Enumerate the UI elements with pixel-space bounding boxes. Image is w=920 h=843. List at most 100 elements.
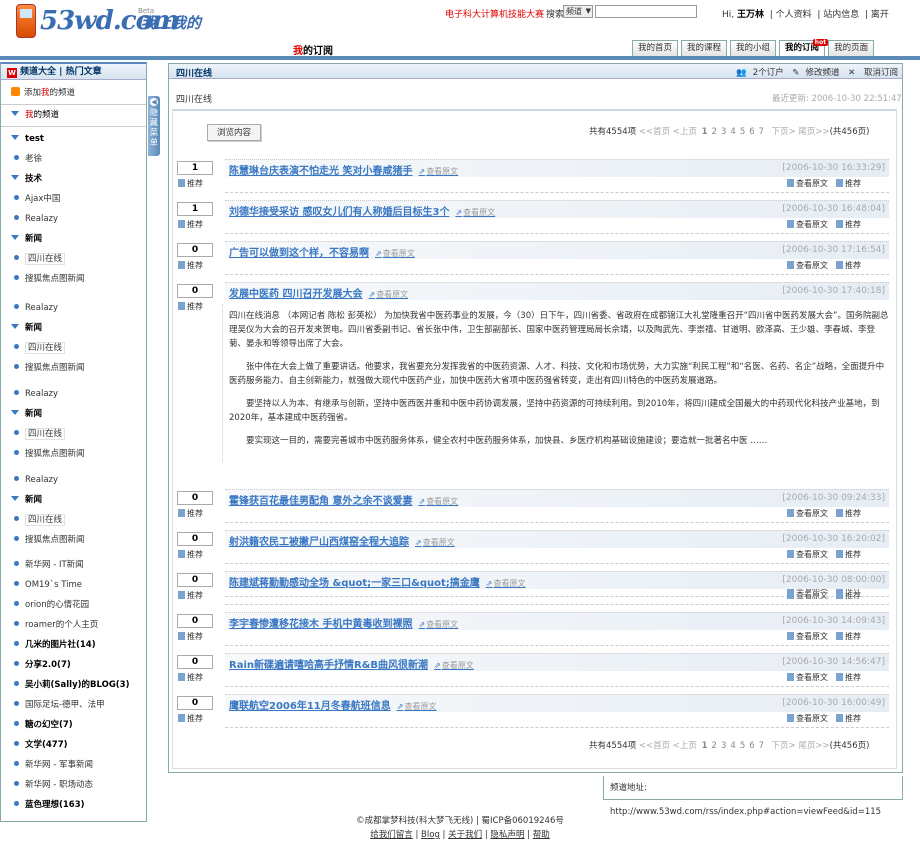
search-input[interactable] [595,5,697,18]
view-original-button[interactable]: 查看原文 [787,179,828,188]
sidebar-channel[interactable]: 搜狐焦点图新闻 [1,360,146,376]
recommend-action-button[interactable]: 推荐 [836,673,861,682]
sidebar-channel[interactable]: 几米的图片社(14) [1,637,146,653]
pager-page[interactable]: 1 [702,127,708,137]
article-title-link[interactable]: 鹰联航空2006年11月冬春航班信息查看原文 [229,697,436,712]
pager-prev[interactable]: <上页 [673,741,697,751]
search-type-select[interactable]: 频道 ▼ [563,5,593,18]
article-title-link[interactable]: 李宇春惨遭移花接木 手机中黄毒收到裸照查看原文 [229,615,458,630]
sidebar-category[interactable]: 技术 [1,171,146,187]
footer-link-blog[interactable]: Blog [421,830,440,840]
sidebar-category[interactable]: 新闻 [1,406,146,422]
recommend-button[interactable]: 推荐 [178,631,203,642]
sidebar-channel[interactable]: 新华网 - 军事新闻 [1,757,146,773]
tab-pages[interactable]: 我的页面 [828,40,875,56]
sidebar-channel[interactable]: 新华网 - IT新闻 [1,557,146,573]
footer-link-help[interactable]: 帮助 [533,830,550,840]
sidebar-channel[interactable]: roamer的个人主页 [1,617,146,633]
pager-last[interactable]: 尾页>> [798,127,829,137]
footer-link-privacy[interactable]: 隐私声明 [490,830,524,840]
sidebar-category[interactable]: test [1,131,146,147]
view-original-link[interactable]: 查看原文 [375,249,415,258]
browse-content-button[interactable]: 浏览内容 [207,124,261,141]
view-original-button[interactable]: 查看原文 [787,509,828,518]
view-original-link[interactable]: 查看原文 [455,208,495,217]
sidebar-channel[interactable]: 四川在线 [1,426,146,442]
view-original-link[interactable]: 查看原文 [418,497,458,506]
sidebar-channel[interactable]: 国际足坛-德甲、法甲 [1,697,146,713]
pager-page[interactable]: 3 [721,741,726,751]
footer-link-feedback[interactable]: 给我们留言 [370,830,413,840]
sidebar-channel[interactable]: 四川在线 [1,512,146,528]
article-title-link[interactable]: Rain新碟遍请嘻哈高手抒情R&B曲风很新潮查看原文 [229,656,474,671]
pager-next[interactable]: 下页> [771,741,795,751]
sidebar-category[interactable]: 新闻 [1,231,146,247]
recommend-action-button[interactable]: 推荐 [836,220,861,229]
sidebar-category[interactable]: 新闻 [1,320,146,336]
recommend-button[interactable]: 推荐 [178,301,203,312]
recommend-action-button[interactable]: 推荐 [836,714,861,723]
recommend-button[interactable]: 推荐 [178,178,203,189]
sidebar-channel[interactable]: 搜狐焦点图新闻 [1,446,146,462]
view-original-link[interactable]: 查看原文 [397,702,437,711]
sidebar-category[interactable]: 新闻 [1,492,146,508]
recommend-button[interactable]: 推荐 [178,713,203,724]
sidebar-channel[interactable]: Realazy [1,386,146,402]
view-original-button[interactable]: 查看原文 [787,261,828,270]
add-channel-link[interactable]: 添加我的频道 [11,85,156,101]
logout-link[interactable]: 离开 [871,10,889,20]
view-original-link[interactable]: 查看原文 [434,661,474,670]
pager-first[interactable]: <<首页 [639,127,670,137]
view-original-button[interactable]: 查看原文 [787,714,828,723]
subscribers-link[interactable]: 👥 2个订户 [736,68,784,78]
pager-prev[interactable]: <上页 [673,127,697,137]
site-logo[interactable]: 53wd.com Beta 我上我的 [14,4,214,38]
sidebar-channel[interactable]: 搜狐焦点图新闻 [1,532,146,548]
sidebar-channel[interactable]: 搜狐焦点图新闻 [1,271,146,287]
view-original-link[interactable]: 查看原文 [368,290,408,299]
sidebar-channel[interactable]: 分享2.0(7) [1,657,146,673]
hide-menu-toggle[interactable]: ◀ 隐藏菜单 [148,96,160,156]
pager-page[interactable]: 6 [749,127,754,137]
recommend-button[interactable]: 推荐 [178,508,203,519]
pager-last[interactable]: 尾页>> [798,741,829,751]
sidebar-channel[interactable]: Ajax中国 [1,191,146,207]
article-title-link[interactable]: 广告可以做到这个样，不容易啊查看原文 [229,244,415,259]
recommend-action-button[interactable]: 推荐 [836,261,861,270]
pager-page[interactable]: 5 [740,127,745,137]
pager-page[interactable]: 5 [740,741,745,751]
pager-page[interactable]: 3 [721,127,726,137]
view-original-button[interactable]: 查看原文 [787,673,828,682]
pager-page[interactable]: 6 [749,741,754,751]
tab-home[interactable]: 我的首页 [632,40,679,56]
sidebar-channel[interactable]: Realazy [1,211,146,227]
sidebar-channel[interactable]: 文学(477) [1,737,146,753]
pager-next[interactable]: 下页> [771,127,795,137]
hot-articles-link[interactable]: 热门文章 [66,67,102,77]
tab-courses[interactable]: 我的课程 [681,40,728,56]
view-original-button[interactable]: 查看原文 [787,632,828,641]
pager-page[interactable]: 4 [730,741,735,751]
sidebar-channel[interactable]: 蓝色理想(163) [1,797,146,813]
sidebar-channel[interactable]: Realazy [1,300,146,316]
pager-page[interactable]: 1 [702,741,708,751]
article-title-link[interactable]: 陈慧琳台庆表演不怕走光 笑对小春咸猪手查看原文 [229,162,458,177]
view-original-link[interactable]: 查看原文 [418,167,458,176]
recommend-button[interactable]: 推荐 [178,672,203,683]
tab-subscriptions[interactable]: 我的订阅 hot [779,39,829,56]
recommend-action-button[interactable]: 推荐 [836,179,861,188]
article-title-link[interactable]: 霍锋获百花最佳男配角 意外之余不谈爱妻查看原文 [229,492,458,507]
all-channels-link[interactable]: 频道大全 [20,67,56,77]
edit-channel-link[interactable]: ✎ 修改频道 [792,68,839,78]
recommend-action-button[interactable]: 推荐 [836,509,861,518]
footer-link-about[interactable]: 关于我们 [448,830,482,840]
tab-groups[interactable]: 我的小组 [730,40,777,56]
pager-first[interactable]: <<首页 [639,741,670,751]
pager-page[interactable]: 7 [759,127,764,137]
view-original-button[interactable]: 查看原文 [787,220,828,229]
sidebar-channel[interactable]: 糖の幻空(7) [1,717,146,733]
recommend-button[interactable]: 推荐 [178,260,203,271]
unsubscribe-link[interactable]: ✕ 取消订阅 [848,68,898,78]
sidebar-channel[interactable]: orion的心情花园 [1,597,146,613]
view-original-button[interactable]: 查看原文 [787,550,828,559]
